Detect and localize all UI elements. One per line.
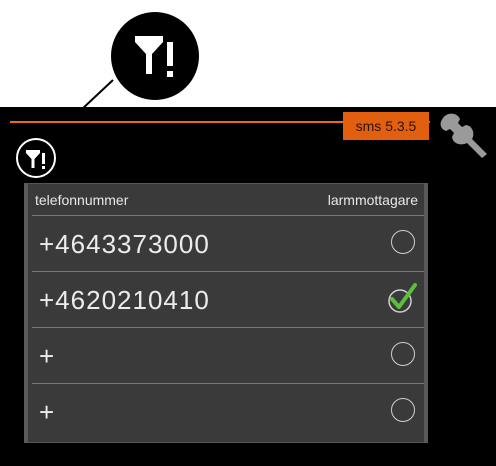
filter-warning-badge[interactable]: [16, 138, 56, 178]
zoomed-filter-warning-icon: [111, 12, 199, 100]
phone-number[interactable]: +4643373000: [39, 229, 210, 260]
sms-recipient-list: telefonnummer larmmottagare +4643373000 …: [24, 183, 428, 443]
table-row[interactable]: +: [32, 383, 424, 440]
table-row[interactable]: +: [32, 327, 424, 384]
column-header-alarm-receiver: larmmottagare: [327, 192, 418, 208]
table-row[interactable]: +4620210410: [32, 271, 424, 328]
wrench-icon[interactable]: [437, 110, 491, 158]
panel-border-left: [24, 183, 28, 443]
filter-warning-icon: [135, 36, 173, 77]
list-header: telefonnummer larmmottagare: [32, 183, 424, 213]
table-row[interactable]: +4643373000: [32, 215, 424, 272]
radio-empty-icon[interactable]: [391, 342, 415, 366]
column-header-phone: telefonnummer: [35, 192, 129, 208]
check-icon[interactable]: [384, 281, 420, 315]
phone-number[interactable]: +: [39, 341, 55, 372]
filter-warning-icon: [26, 150, 45, 169]
phone-number[interactable]: +4620210410: [39, 285, 210, 316]
radio-empty-icon[interactable]: [391, 398, 415, 422]
display-screen: sms 5.3.5 telefonnummer larmmottagare +4…: [0, 107, 496, 466]
phone-number[interactable]: +: [39, 397, 55, 428]
radio-empty-icon[interactable]: [391, 230, 415, 254]
panel-border-right: [424, 183, 428, 443]
menu-code-label: sms 5.3.5: [343, 112, 429, 140]
